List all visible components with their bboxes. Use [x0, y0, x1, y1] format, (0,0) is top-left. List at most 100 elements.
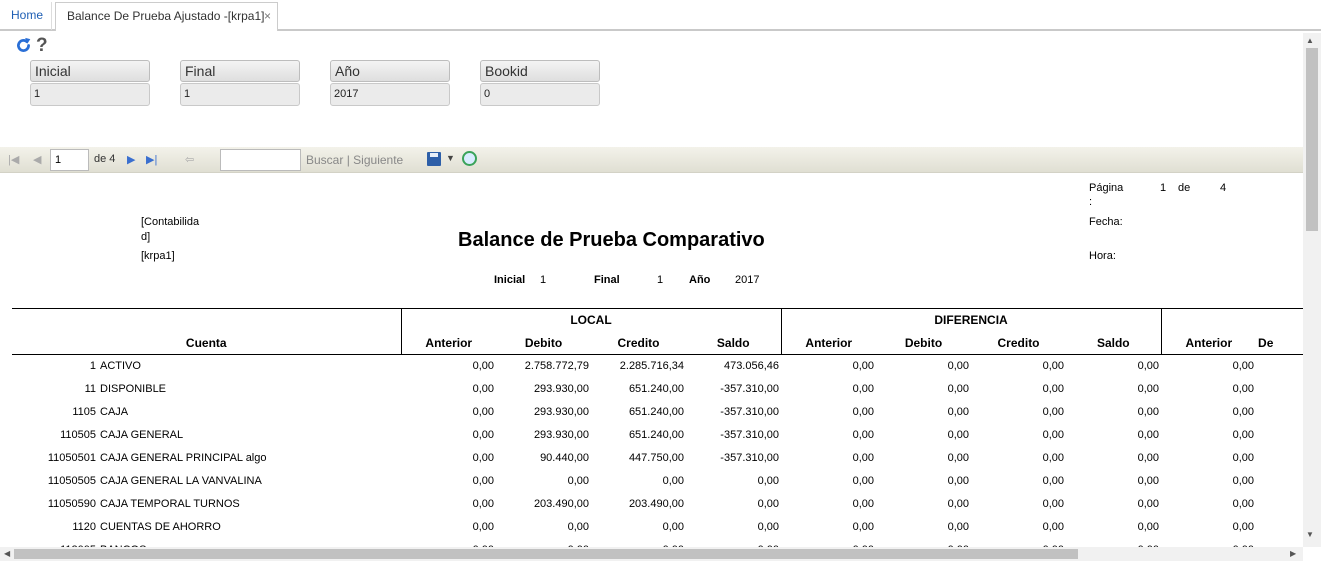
cell-d_ant: 0,00 [852, 475, 875, 487]
cell-x_deb: 2 [1256, 424, 1303, 447]
cell-d_sal: 0,00 [1137, 452, 1160, 464]
tab-home[interactable]: Home [0, 2, 52, 30]
cell-d_ant: 0,00 [781, 539, 876, 547]
param-anio-label: Año [330, 60, 450, 82]
param-final: Final 1 [180, 60, 300, 106]
param-final-field[interactable]: 1 [180, 83, 300, 106]
cell-d_sal: 0,00 [1137, 360, 1160, 373]
cell-x_ant: 0,00 [1232, 498, 1255, 510]
cell-l_cre: 0,00 [662, 521, 684, 533]
next-page-icon[interactable]: ▶ [127, 153, 135, 166]
cell-l_cre: 203.490,00 [628, 498, 684, 510]
vertical-scroll-thumb[interactable] [1306, 48, 1318, 231]
cell-d_cre: 0,00 [1042, 452, 1065, 464]
scroll-down-icon[interactable]: ▼ [1306, 530, 1314, 539]
sub-final-value: 1 [657, 274, 664, 286]
cell-l_cre: 0,00 [591, 539, 686, 547]
pagina-label: Página [1089, 182, 1124, 194]
scroll-left-icon[interactable]: ◀ [4, 549, 10, 558]
cell-d_cre: 0,00 [1042, 360, 1065, 373]
cell-x_ant: 0,00 [1232, 406, 1255, 418]
param-inicial-field[interactable]: 1 [30, 83, 150, 106]
cell-d_cre: 0,00 [1042, 406, 1065, 418]
cell-d_cre: 0,00 [1042, 429, 1065, 441]
cell-l_cre: 447.750,00 [628, 452, 684, 464]
cell-d_deb: 0,00 [947, 406, 970, 418]
cell-name: DISPONIBLE [100, 383, 167, 395]
horizontal-scroll-thumb[interactable] [14, 549, 1078, 559]
cell-l_sal: -357.310,00 [720, 383, 780, 395]
sub-final-label: Final [594, 274, 620, 286]
cell-d_deb: 0,00 [947, 452, 970, 464]
company-name-line1: [Contabilida [141, 216, 200, 228]
cell-d_ant: 0,00 [852, 406, 875, 418]
col-dif-debito: Debito [876, 331, 972, 355]
close-icon[interactable]: × [264, 3, 271, 30]
sub-inicial-label: Inicial [494, 274, 526, 286]
tab-bar: Home Balance De Prueba Ajustado -[krpa1]… [0, 0, 1321, 31]
cell-name: CAJA GENERAL PRINCIPAL algo [100, 452, 267, 464]
first-page-icon[interactable]: |◀ [8, 153, 19, 166]
export-icon[interactable] [427, 152, 441, 166]
help-icon[interactable]: ? [36, 35, 48, 57]
cell-l_deb: 293.930,00 [533, 383, 589, 395]
last-page-icon[interactable]: ▶| [146, 153, 157, 166]
page-num: 1 [1160, 182, 1167, 194]
cell-l_sal: 0,00 [757, 475, 780, 487]
search-input[interactable] [220, 149, 301, 171]
fecha-label: Fecha: [1089, 216, 1123, 228]
chevron-down-icon[interactable]: ▼ [446, 153, 455, 163]
search-link[interactable]: Buscar [306, 153, 343, 167]
refresh-report-icon[interactable] [462, 151, 477, 166]
cell-d_cre: 0,00 [1042, 475, 1065, 487]
param-anio-field[interactable]: 2017 [330, 83, 450, 106]
cell-code: 1105 [72, 406, 96, 418]
refresh-icon[interactable] [15, 37, 32, 54]
pagina-colon: : [1089, 196, 1093, 208]
cell-d_deb: 0,00 [947, 383, 970, 395]
cell-d_ant: 0,00 [852, 498, 875, 510]
table-row: 11050505 CAJA GENERAL LA VANVALINA 0,00 0,0… [12, 470, 1303, 493]
cell-d_deb: 0,00 [876, 539, 971, 547]
tab-balance-prueba[interactable]: Balance De Prueba Ajustado -[krpa1] × [55, 2, 278, 31]
cell-code: 112005 [12, 539, 98, 547]
cell-code: 11050590 [47, 498, 96, 510]
cell-x_deb [1256, 447, 1303, 470]
scroll-right-icon[interactable]: ▶ [1290, 549, 1296, 558]
cell-l_sal: -357.310,00 [720, 429, 780, 441]
page-of-label: de 4 [94, 153, 116, 165]
cell-d_cre: 0,00 [1042, 498, 1065, 510]
back-icon[interactable]: ⇦ [185, 153, 194, 166]
cell-code: 110505 [60, 429, 96, 441]
group-next [1161, 309, 1303, 332]
cell-code: 1120 [72, 521, 96, 533]
scroll-up-icon[interactable]: ▲ [1306, 36, 1314, 45]
company-name-line2: d] [141, 231, 151, 243]
cell-l_deb: 0,00 [496, 539, 591, 547]
next-link[interactable]: Siguiente [353, 153, 403, 167]
page-number-input[interactable]: 1 [50, 149, 89, 171]
cell-l_deb: 293.930,00 [533, 429, 589, 441]
cell-name: CAJA TEMPORAL TURNOS [100, 498, 240, 510]
table-row: 112005BANCOS0,000,000,000,000,000,000,00… [12, 539, 1303, 547]
report-viewer: Página : 1 de 4 Fecha: Hora: [Contabilid… [0, 175, 1303, 547]
cell-name: CAJA [100, 406, 129, 418]
param-bookid-label: Bookid [480, 60, 600, 82]
balance-table: LOCAL DIFERENCIA Cuenta Anterior Debito … [12, 308, 1303, 547]
prev-page-icon[interactable]: ◀ [33, 153, 41, 166]
col-next-anterior: Anterior [1161, 331, 1257, 355]
cell-l_deb: 0,00 [567, 521, 589, 533]
report-title: Balance de Prueba Comparativo [458, 229, 765, 251]
col-cuenta: Cuenta [12, 331, 401, 355]
cell-l_cre: 651.240,00 [628, 383, 684, 395]
cell-x_deb: 2.7 [1256, 355, 1303, 378]
col-next-debito: De [1256, 331, 1303, 355]
param-bookid-field[interactable]: 0 [480, 83, 600, 106]
col-local-anterior: Anterior [400, 331, 496, 355]
cell-x_ant: 0,00 [1232, 360, 1255, 373]
cell-l_ant: 0,00 [401, 539, 496, 547]
cell-l_sal: -357.310,00 [720, 452, 780, 464]
cell-l_ant: 0,00 [472, 383, 494, 395]
table-row: 11050501 CAJA GENERAL PRINCIPAL algo 0,00 9… [12, 447, 1303, 470]
cell-l_ant: 0,00 [472, 360, 494, 373]
